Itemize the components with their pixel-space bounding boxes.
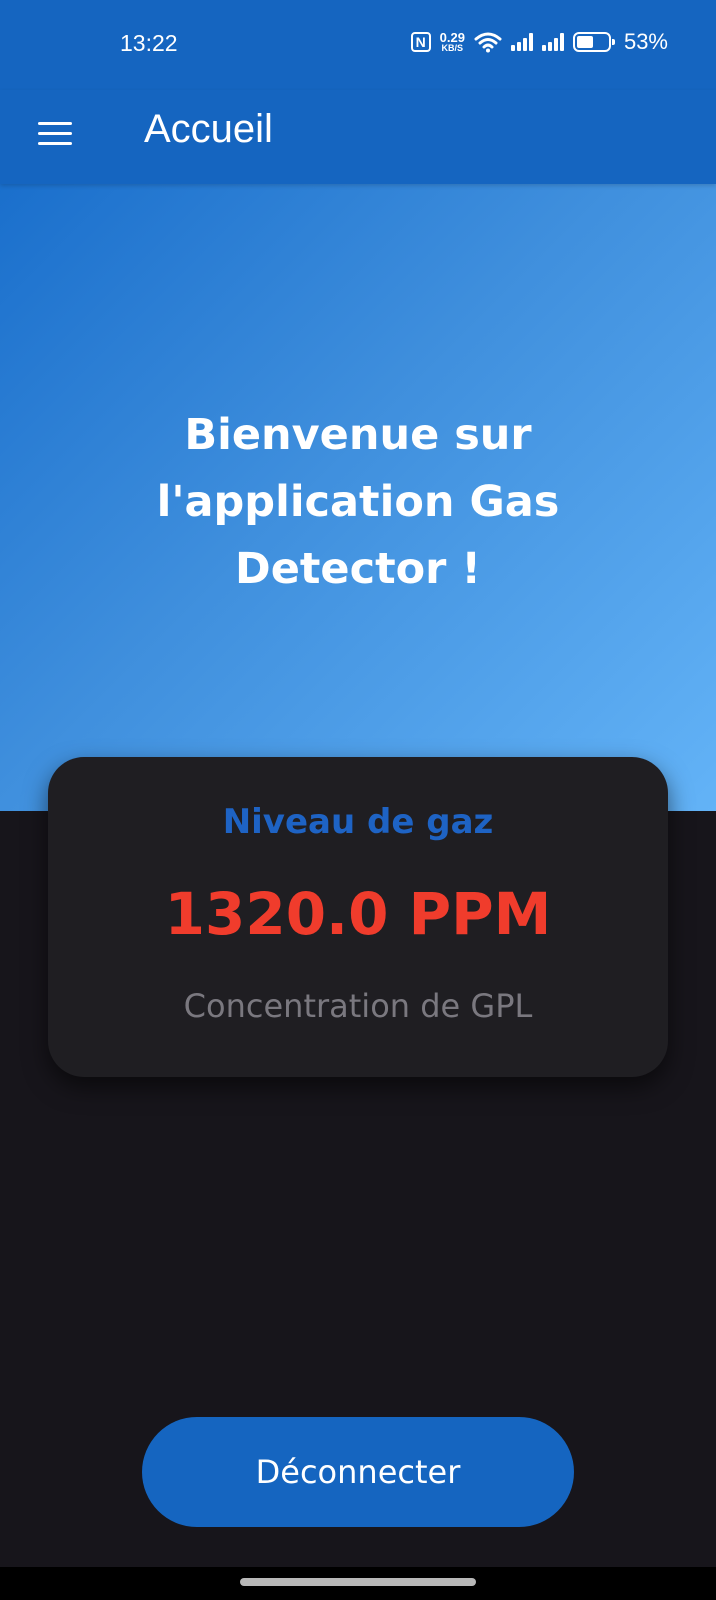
battery-level-fill xyxy=(576,36,593,48)
gas-level-value: 1320.0 PPM xyxy=(164,880,552,948)
system-navigation-bar xyxy=(0,1567,716,1600)
logout-button[interactable]: Déconnecter xyxy=(142,1417,574,1527)
signal-sim1-icon xyxy=(510,33,533,51)
status-icons: N 0.29 KB/S 53% xyxy=(410,29,668,55)
gas-card-caption: Concentration de GPL xyxy=(183,987,533,1025)
home-indicator[interactable] xyxy=(240,1578,476,1586)
network-speed-unit: KB/S xyxy=(441,43,464,53)
battery-icon xyxy=(572,32,615,52)
status-time: 13:22 xyxy=(120,30,178,56)
welcome-text: Bienvenue sur l'application Gas Detector… xyxy=(156,410,560,594)
menu-icon[interactable] xyxy=(36,119,76,153)
welcome-banner: Bienvenue sur l'application Gas Detector… xyxy=(0,184,716,811)
status-bar: 13:22 N 0.29 KB/S 53% xyxy=(0,0,716,90)
gas-level-card: Niveau de gaz 1320.0 PPM Concentration d… xyxy=(48,757,668,1077)
wifi-icon xyxy=(474,32,502,53)
gas-card-title: Niveau de gaz xyxy=(222,802,494,842)
nfc-icon: N xyxy=(410,32,431,52)
page-title: Accueil xyxy=(144,107,273,151)
signal-sim2-icon xyxy=(541,33,564,51)
network-speed: 0.29 KB/S xyxy=(440,31,465,53)
app-bar: Accueil xyxy=(0,90,716,184)
battery-percentage: 53% xyxy=(623,29,668,54)
